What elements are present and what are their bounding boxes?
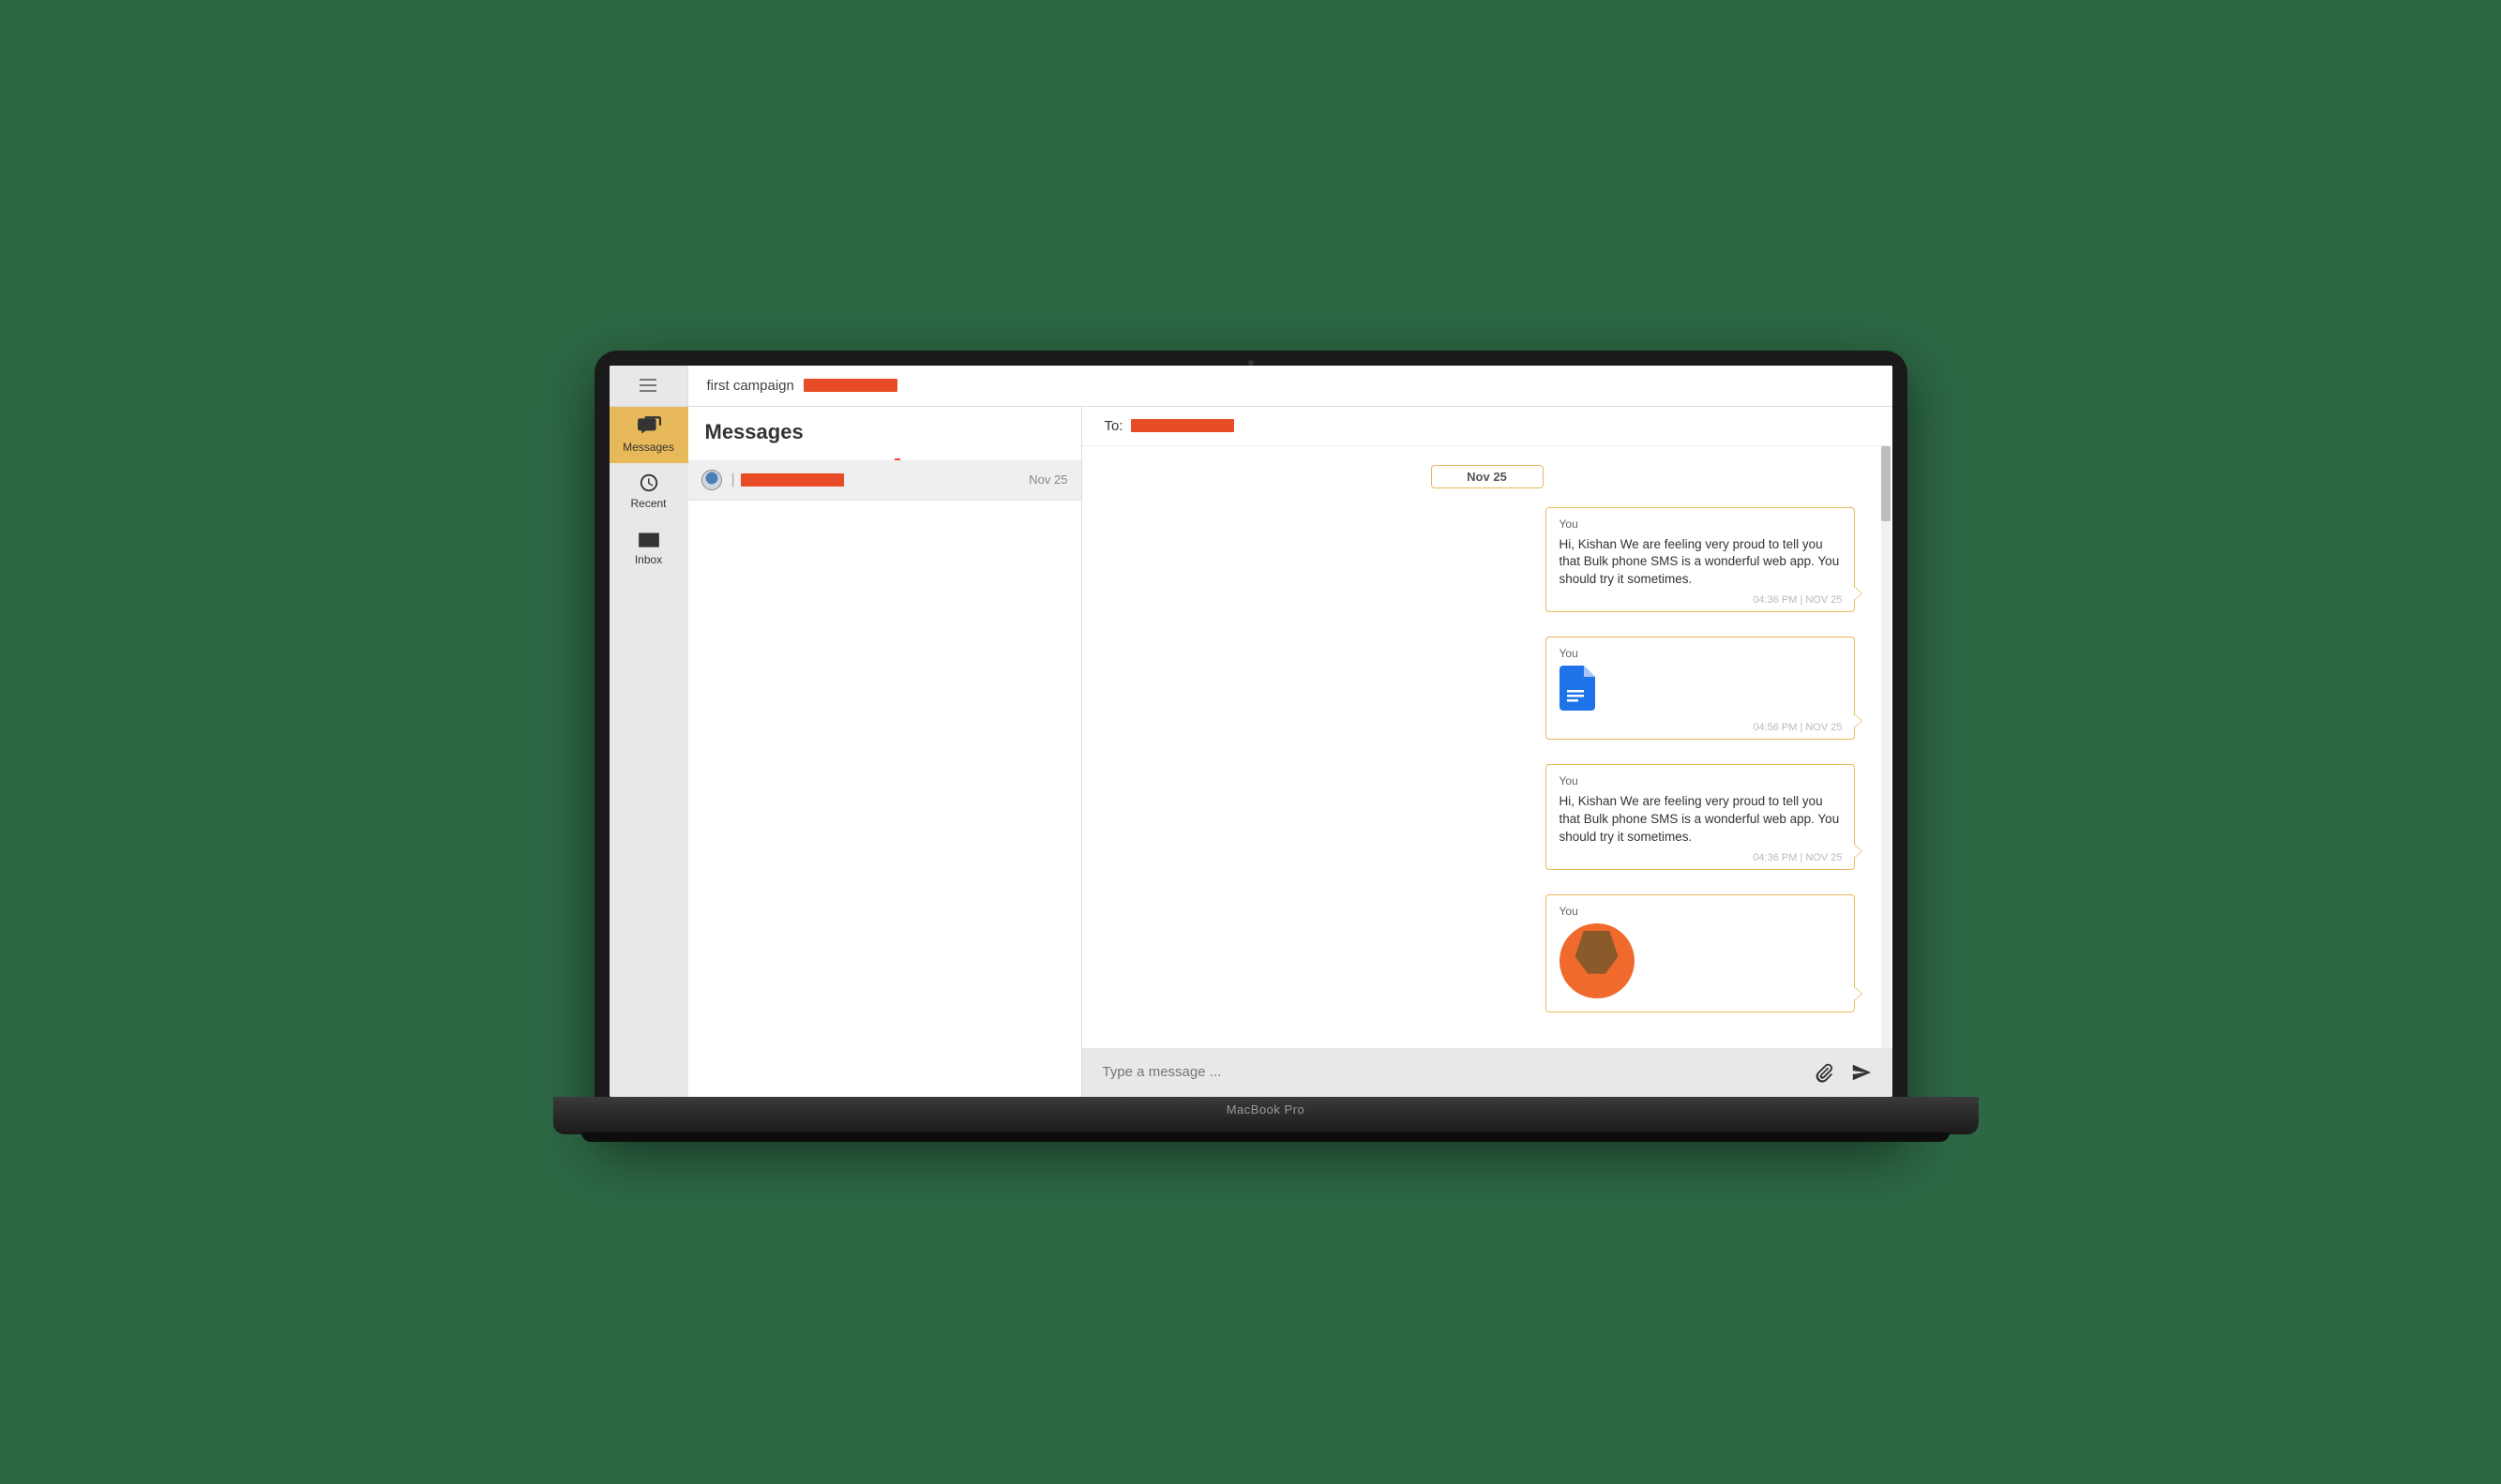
sidebar-item-label: Inbox <box>635 553 662 566</box>
inbox-icon <box>637 529 661 549</box>
contact-name: | <box>731 472 1020 488</box>
camera-dot <box>1248 360 1254 366</box>
contact-avatar-icon <box>701 470 722 490</box>
attach-icon[interactable] <box>1814 1062 1834 1083</box>
redacted-text <box>741 473 844 487</box>
device-model: MacBook Pro <box>1227 1102 1305 1117</box>
laptop-base: MacBook Pro <box>553 1097 1979 1134</box>
hamburger-icon <box>640 379 656 392</box>
document-icon <box>1559 666 1595 711</box>
conversation-item[interactable]: | Nov 25 <box>688 460 1081 501</box>
clock-icon <box>637 472 661 493</box>
message-sender: You <box>1559 905 1841 918</box>
app-screen: first campaign Messages Recent Inbox <box>610 366 1892 1097</box>
redacted-text <box>804 379 897 392</box>
message-list-title: Messages <box>688 407 1081 460</box>
message-bubble: You Hi, Kishan We are feeling very proud… <box>1545 764 1855 870</box>
scrollbar-thumb[interactable] <box>1881 446 1891 521</box>
compose-input[interactable] <box>1103 1064 1797 1080</box>
document-attachment[interactable] <box>1559 666 1841 716</box>
sidebar: Messages Recent Inbox <box>610 407 688 1097</box>
sidebar-item-label: Recent <box>630 497 666 510</box>
sidebar-item-recent[interactable]: Recent <box>610 463 688 519</box>
main-area: Messages Recent Inbox Messages <box>610 407 1892 1097</box>
message-list-panel: Messages | Nov 25 <box>688 407 1082 1097</box>
message-timestamp: 04:36 PM | NOV 25 <box>1753 852 1842 863</box>
sidebar-item-messages[interactable]: Messages <box>610 407 688 463</box>
message-body: Hi, Kishan We are feeling very proud to … <box>1559 793 1841 847</box>
message-body: Hi, Kishan We are feeling very proud to … <box>1559 536 1841 590</box>
redacted-text <box>1131 419 1234 432</box>
compose-bar <box>1082 1048 1892 1097</box>
message-sender: You <box>1559 774 1841 787</box>
campaign-label: first campaign <box>707 378 794 394</box>
image-attachment[interactable] <box>1559 923 1841 998</box>
message-timestamp: 04:36 PM | NOV 25 <box>1753 594 1842 606</box>
to-label: To: <box>1105 418 1123 434</box>
campaign-title: first campaign <box>688 366 897 406</box>
laptop-frame: first campaign Messages Recent Inbox <box>595 351 1907 1134</box>
message-bubble: You <box>1545 894 1855 1012</box>
scrollbar-track <box>1881 446 1891 1048</box>
message-bubble: You 04:56 PM | NOV 25 <box>1545 637 1855 740</box>
message-bubble: You Hi, Kishan We are feeling very proud… <box>1545 507 1855 613</box>
sidebar-item-inbox[interactable]: Inbox <box>610 519 688 576</box>
date-separator: Nov 25 <box>1431 465 1544 488</box>
chat-header: To: <box>1082 407 1892 446</box>
conversation-date: Nov 25 <box>1029 472 1067 487</box>
menu-button[interactable] <box>610 366 688 406</box>
topbar: first campaign <box>610 366 1892 407</box>
sidebar-item-label: Messages <box>623 441 674 454</box>
message-timestamp: 04:56 PM | NOV 25 <box>1753 722 1842 733</box>
chat-panel: To: Nov 25 You Hi, Kishan We are feeling… <box>1082 407 1892 1097</box>
chat-body[interactable]: Nov 25 You Hi, Kishan We are feeling ver… <box>1082 446 1892 1048</box>
message-sender: You <box>1559 517 1841 531</box>
message-sender: You <box>1559 647 1841 660</box>
avatar-image-icon <box>1559 923 1635 998</box>
send-icon[interactable] <box>1851 1062 1872 1083</box>
chat-icon <box>637 416 661 437</box>
